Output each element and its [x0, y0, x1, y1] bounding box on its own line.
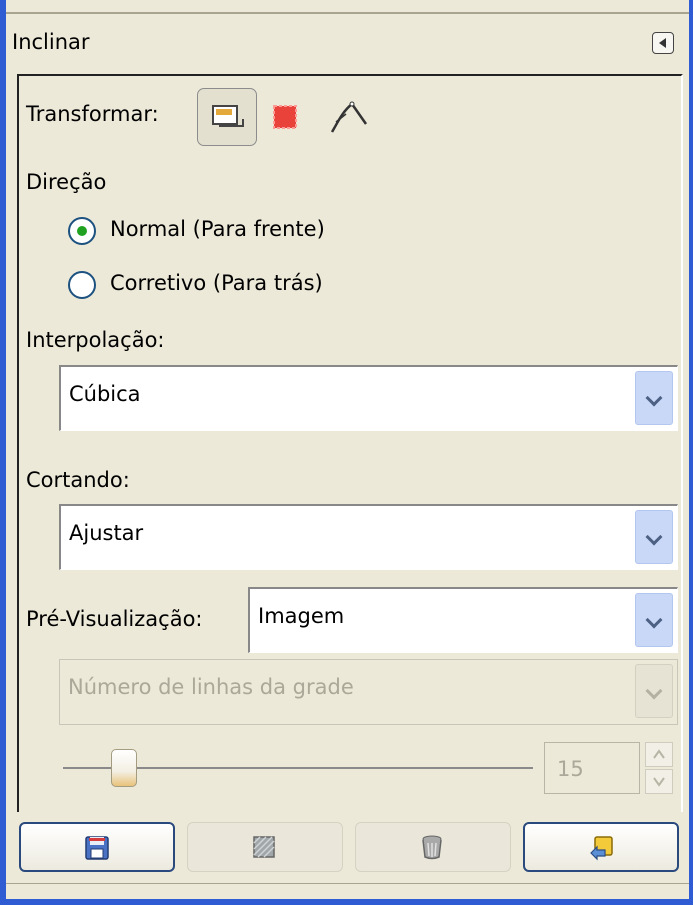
- restore-icon: [253, 836, 275, 858]
- grid-type-value: Número de linhas da grade: [68, 675, 354, 699]
- interpolation-select[interactable]: Cúbica: [59, 365, 678, 431]
- grid-count-spin[interactable]: 15: [544, 742, 640, 794]
- path-icon: [330, 101, 368, 133]
- transform-selection-button[interactable]: [266, 98, 304, 136]
- separator-bottom: [6, 883, 689, 884]
- spin-down-button[interactable]: [645, 769, 673, 794]
- trash-icon: [422, 835, 442, 860]
- delete-options-button[interactable]: [355, 822, 511, 872]
- options-button-bar: [6, 812, 689, 882]
- triangle-left-icon: [659, 38, 666, 48]
- save-options-button[interactable]: [19, 822, 175, 872]
- chevron-down-icon[interactable]: [635, 510, 673, 564]
- transform-path-button[interactable]: [326, 94, 370, 138]
- direction-corrective-radio[interactable]: [68, 271, 96, 299]
- interpolation-value: Cúbica: [69, 382, 141, 406]
- grid-slider-thumb[interactable]: [111, 749, 137, 787]
- chevron-up-icon: [653, 749, 665, 759]
- direction-normal-radio[interactable]: [68, 217, 96, 245]
- direction-label: Direção: [26, 170, 107, 194]
- clipping-select[interactable]: Ajustar: [59, 504, 678, 570]
- panel-title: Inclinar: [12, 30, 90, 54]
- window-frame-right: [689, 0, 693, 905]
- chevron-down-icon[interactable]: [635, 593, 673, 647]
- floppy-disk-icon: [85, 836, 109, 860]
- layer-icon: [212, 105, 244, 127]
- panel-menu-button[interactable]: [652, 32, 674, 54]
- window-frame-bottom: [0, 899, 693, 905]
- transform-label: Transformar:: [26, 102, 159, 126]
- transform-layer-button[interactable]: [197, 88, 257, 146]
- restore-options-button[interactable]: [187, 822, 343, 872]
- clipping-label: Cortando:: [26, 468, 130, 492]
- clipping-value: Ajustar: [69, 521, 144, 545]
- selection-icon: [273, 105, 297, 129]
- interpolation-label: Interpolação:: [26, 328, 165, 352]
- window-frame-left: [0, 0, 6, 905]
- reset-icon: [590, 836, 613, 861]
- direction-normal-label[interactable]: Normal (Para frente): [110, 217, 325, 241]
- separator-top: [6, 12, 689, 14]
- chevron-down-icon: [653, 777, 665, 787]
- preview-value: Imagem: [258, 604, 345, 628]
- chevron-down-icon[interactable]: [635, 664, 673, 718]
- direction-corrective-label[interactable]: Corretivo (Para trás): [110, 271, 323, 295]
- grid-count-stepper[interactable]: [645, 742, 673, 794]
- spin-up-button[interactable]: [645, 742, 673, 767]
- grid-type-select[interactable]: Número de linhas da grade: [59, 659, 678, 725]
- preview-label: Pré-Visualização:: [26, 607, 203, 631]
- chevron-down-icon[interactable]: [635, 371, 673, 425]
- reset-options-button[interactable]: [523, 822, 679, 872]
- grid-count-value: 15: [557, 757, 584, 781]
- panel-header: Inclinar: [10, 28, 682, 64]
- preview-select[interactable]: Imagem: [248, 587, 678, 653]
